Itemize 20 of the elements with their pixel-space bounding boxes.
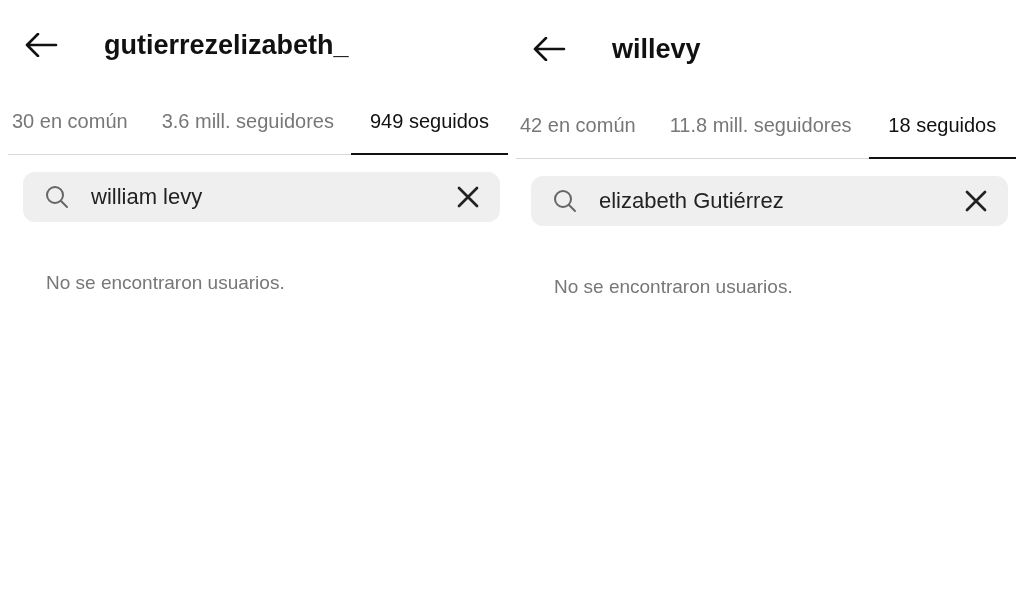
- profile-username: gutierrezelizabeth_: [104, 29, 349, 61]
- clear-icon[interactable]: [456, 185, 480, 209]
- search-field[interactable]: william levy: [91, 184, 434, 210]
- profile-tab[interactable]: 30 en común: [8, 90, 145, 155]
- search-bar[interactable]: elizabeth Gutiérrez: [531, 176, 1008, 226]
- search-bar[interactable]: william levy: [23, 172, 500, 222]
- profile-username: willevy: [612, 33, 701, 65]
- search-icon: [45, 185, 69, 209]
- profile-tab[interactable]: 11.8 mill. seguidores: [652, 94, 869, 159]
- profile-tab[interactable]: 949 seguidos: [350, 90, 508, 155]
- search-icon: [553, 189, 577, 213]
- search-field[interactable]: elizabeth Gutiérrez: [599, 188, 942, 214]
- clear-icon[interactable]: [964, 189, 988, 213]
- empty-results-message: No se encontraron usuarios.: [554, 276, 794, 298]
- back-arrow-icon[interactable]: [24, 33, 58, 57]
- profile-tab[interactable]: 42 en común: [516, 94, 653, 159]
- empty-results-message: No se encontraron usuarios.: [46, 272, 286, 294]
- back-arrow-icon[interactable]: [532, 37, 566, 61]
- profile-tab[interactable]: 18 seguidos: [868, 94, 1016, 159]
- profile-tab[interactable]: 3.6 mill. seguidores: [144, 90, 351, 155]
